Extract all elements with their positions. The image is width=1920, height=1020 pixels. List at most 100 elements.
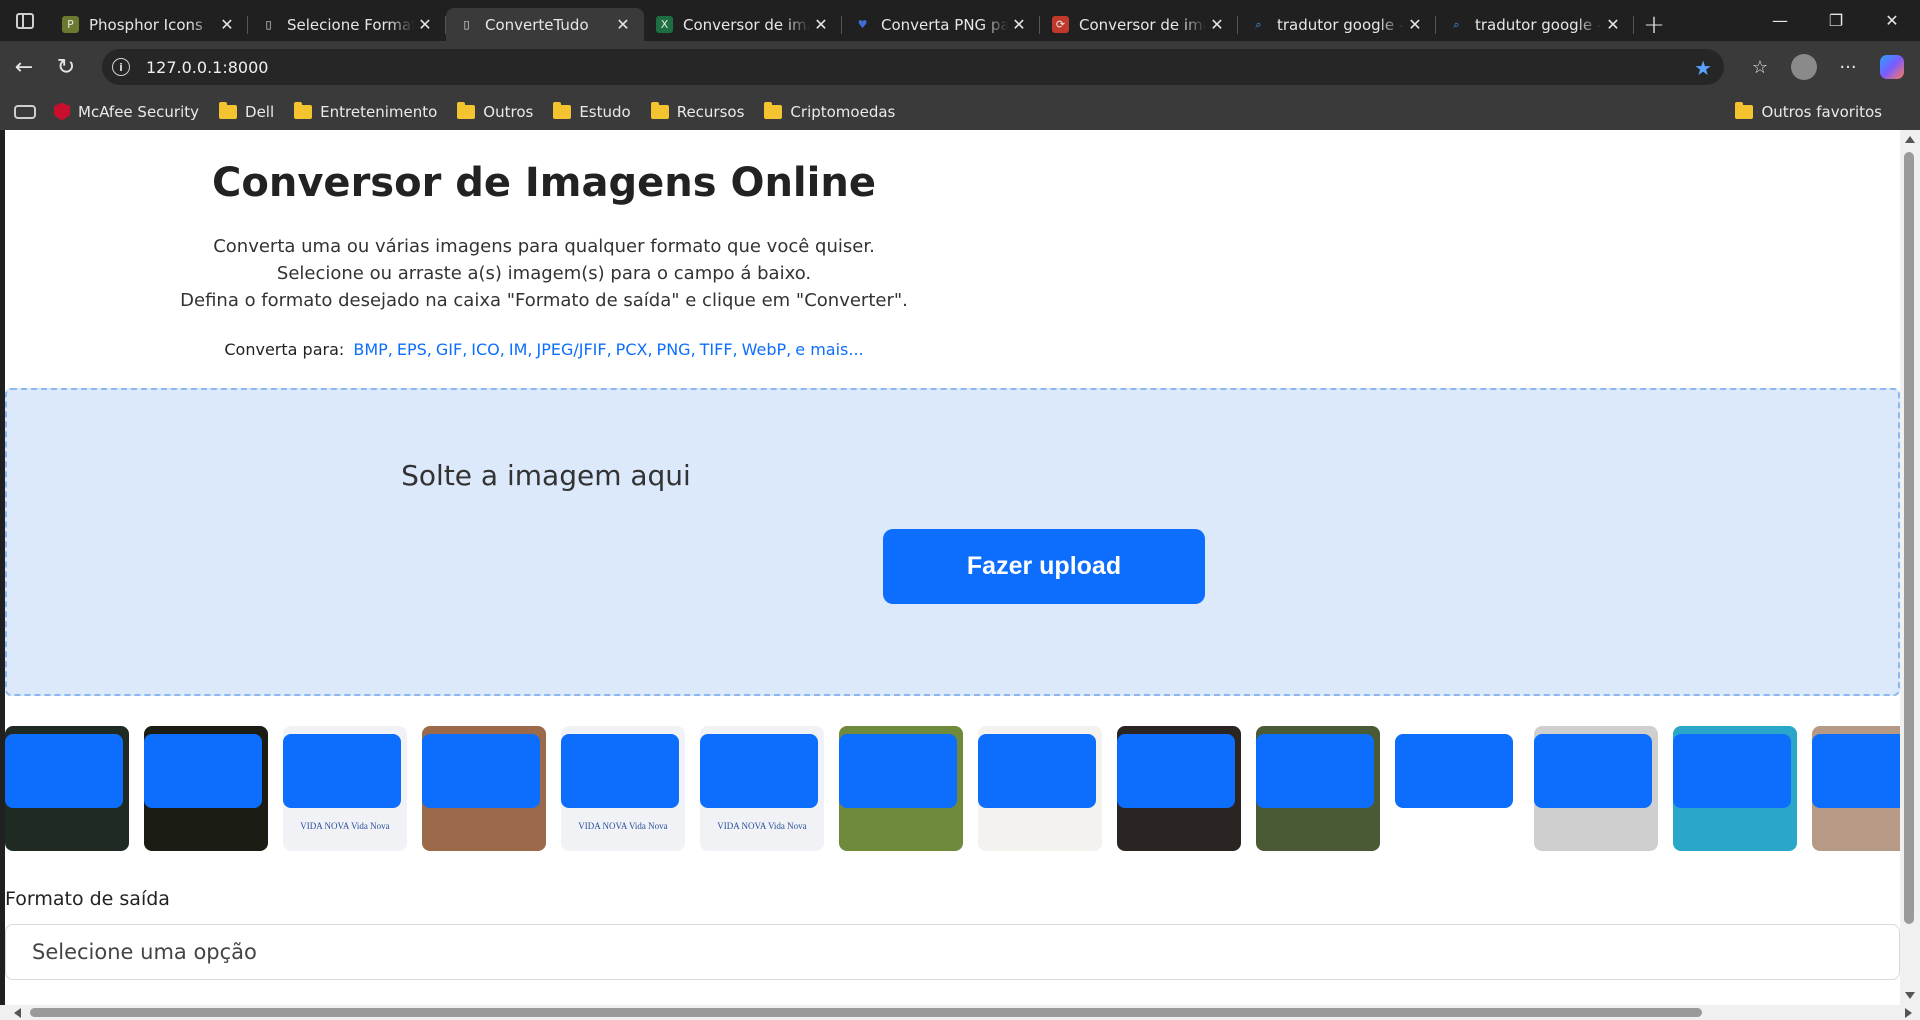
close-tab-icon[interactable]: ✕ [414, 14, 436, 36]
close-tab-icon[interactable]: ✕ [612, 14, 634, 36]
format-link[interactable]: PNG, [657, 340, 696, 359]
format-link[interactable]: TIFF, [700, 340, 738, 359]
bookmark-label: Dell [245, 102, 275, 121]
image-thumbnail[interactable] [978, 726, 1102, 851]
phosphor-icon: P [62, 16, 79, 33]
image-thumbnails: VIDA NOVA Vida Nova VIDA NOVA Vida Nova VI… [5, 726, 1900, 851]
search-icon: ⌕ [1255, 17, 1262, 31]
heart-icon: ♥ [857, 18, 868, 31]
format-link[interactable]: e mais... [795, 340, 863, 359]
browser-tab[interactable]: ♥ Converta PNG para✕ [842, 8, 1040, 41]
new-tab-button[interactable]: + [1634, 8, 1674, 41]
reload-button[interactable]: ↻ [48, 49, 84, 85]
other-favorites[interactable]: Outros favoritos [1735, 101, 1882, 121]
thumbnail-logo-text: VIDA NOVA Vida Nova [300, 821, 390, 831]
tab-actions-button[interactable] [0, 0, 50, 41]
browser-toolbar: ← ↻ i 127.0.0.1:8000 ★ ☆ ··· [0, 41, 1920, 93]
favorites-icon[interactable]: ☆ [1742, 49, 1778, 85]
browser-tab[interactable]: ▯ ConverteTudo ✕ [446, 8, 644, 41]
restore-button[interactable]: ❐ [1808, 0, 1864, 41]
tab-title: Phosphor Icons [89, 15, 203, 34]
tab-title: Conversor de imagens [1079, 15, 1206, 34]
scroll-up-icon[interactable] [1905, 136, 1915, 143]
format-link[interactable]: WebP, [742, 340, 792, 359]
image-thumbnail[interactable] [1395, 726, 1519, 851]
bookmark-item[interactable]: Dell [219, 101, 275, 121]
format-link[interactable]: JPEG/JFIF, [536, 340, 611, 359]
output-format-select[interactable]: Selecione uma opção [5, 924, 1900, 980]
bookmark-label: Estudo [579, 102, 631, 121]
horizontal-scrollbar[interactable] [0, 1005, 1920, 1020]
close-tab-icon[interactable]: ✕ [810, 14, 832, 36]
url-text[interactable]: 127.0.0.1:8000 [146, 58, 268, 77]
browser-tab[interactable]: ⟳ Conversor de imagens✕ [1040, 8, 1238, 41]
horizontal-scroll-thumb[interactable] [30, 1008, 1702, 1017]
vertical-scroll-thumb[interactable] [1904, 152, 1914, 924]
format-link[interactable]: ICO, [471, 340, 505, 359]
favorite-star-icon[interactable]: ★ [1694, 56, 1712, 80]
thumbnail-overlay [839, 734, 957, 808]
image-thumbnail[interactable] [1256, 726, 1380, 851]
address-bar[interactable]: i 127.0.0.1:8000 ★ [102, 49, 1724, 85]
minimize-button[interactable]: — [1752, 0, 1808, 41]
image-thumbnail[interactable]: VIDA NOVA Vida Nova [700, 726, 824, 851]
thumbnail-overlay [1395, 734, 1513, 808]
image-thumbnail[interactable] [1534, 726, 1658, 851]
browser-tab[interactable]: ⌕ tradutor google - Pesquisar✕ [1238, 8, 1436, 41]
tab-title: Selecione Formato [287, 15, 414, 34]
bookmark-item[interactable]: Estudo [553, 101, 631, 121]
image-thumbnail[interactable] [839, 726, 963, 851]
description-line: Selecione ou arraste a(s) imagem(s) para… [276, 263, 812, 284]
image-thumbnail[interactable] [422, 726, 546, 851]
scroll-left-icon[interactable] [14, 1008, 21, 1018]
format-link[interactable]: GIF, [436, 340, 467, 359]
close-tab-icon[interactable]: ✕ [1206, 14, 1228, 36]
bookmark-item[interactable]: McAfee Security [54, 102, 199, 121]
scroll-right-icon[interactable] [1905, 1008, 1912, 1018]
reading-view-icon[interactable] [14, 104, 36, 119]
image-thumbnail[interactable]: VIDA NOVA Vida Nova [283, 726, 407, 851]
image-thumbnail[interactable] [1673, 726, 1797, 851]
tab-title: tradutor google - Pesquisar [1475, 15, 1602, 34]
bookmark-item[interactable]: Entretenimento [294, 101, 437, 121]
format-link[interactable]: EPS, [397, 340, 432, 359]
scroll-down-icon[interactable] [1905, 992, 1915, 999]
thumbnail-overlay [561, 734, 679, 808]
image-thumbnail[interactable] [5, 726, 129, 851]
output-format-label: Formato de saída [5, 888, 170, 910]
bookmark-item[interactable]: Criptomoedas [764, 101, 895, 121]
browser-tab[interactable]: X Conversor de imagens✕ [644, 8, 842, 41]
upload-button[interactable]: Fazer upload [883, 529, 1205, 604]
format-link[interactable]: IM, [509, 340, 533, 359]
close-tab-icon[interactable]: ✕ [1404, 14, 1426, 36]
close-tab-icon[interactable]: ✕ [1602, 14, 1624, 36]
browser-tab[interactable]: ⌕ tradutor google - Pesquisar✕ [1436, 8, 1634, 41]
format-link[interactable]: BMP, [353, 340, 393, 359]
close-tab-icon[interactable]: ✕ [216, 14, 238, 36]
profile-avatar[interactable] [1786, 49, 1822, 85]
folder-icon [219, 101, 238, 119]
close-tab-icon[interactable]: ✕ [1008, 14, 1030, 36]
back-button[interactable]: ← [6, 49, 42, 85]
bookmark-item[interactable]: Outros [457, 101, 533, 121]
image-thumbnail[interactable] [1812, 726, 1900, 851]
image-thumbnail[interactable] [144, 726, 268, 851]
more-menu-icon[interactable]: ··· [1830, 49, 1866, 85]
vertical-scrollbar[interactable] [1900, 130, 1920, 1005]
image-thumbnail[interactable] [1117, 726, 1241, 851]
window-controls: — ❐ ✕ [1752, 0, 1920, 41]
bookmark-item[interactable]: Recursos [650, 101, 744, 121]
thumbnail-overlay [283, 734, 401, 808]
image-thumbnail[interactable]: VIDA NOVA Vida Nova [561, 726, 685, 851]
site-info-icon[interactable]: i [112, 58, 130, 76]
folder-icon [650, 101, 669, 119]
format-link[interactable]: PCX, [616, 340, 653, 359]
tab-title: tradutor google - Pesquisar [1277, 15, 1404, 34]
tab-title: ConverteTudo [485, 15, 589, 34]
close-window-button[interactable]: ✕ [1864, 0, 1920, 41]
tab-separator [1633, 16, 1634, 34]
copilot-button[interactable] [1874, 49, 1910, 85]
browser-tab[interactable]: P Phosphor Icons ✕ [50, 8, 248, 41]
format-links: BMP, EPS, GIF, ICO, IM, JPEG/JFIF, PCX, PNG, TIF… [349, 340, 863, 359]
browser-tab[interactable]: ▯ Selecione Formato ✕ [248, 8, 446, 41]
